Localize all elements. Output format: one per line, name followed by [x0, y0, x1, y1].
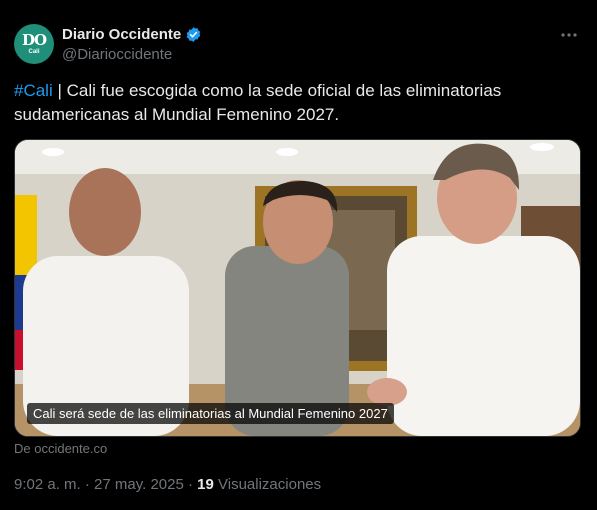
- news-photo: [15, 140, 580, 436]
- tweet-meta: 9:02 a. m. · 27 may. 2025 · 19 Visualiza…: [14, 476, 321, 493]
- author-name[interactable]: Diario Occidente: [62, 26, 181, 43]
- tweet-card: DO Cali Diario Occidente @Diarioccidente…: [0, 0, 597, 510]
- hashtag-link[interactable]: #Cali: [14, 81, 53, 100]
- avatar[interactable]: DO Cali: [14, 24, 54, 64]
- avatar-logo-sub: Cali: [28, 49, 40, 55]
- link-source[interactable]: De occidente.co: [14, 441, 107, 456]
- author-name-row: Diario Occidente: [62, 26, 202, 43]
- views-label: Visualizaciones: [213, 476, 322, 493]
- timestamp[interactable]: 9:02 a. m. · 27 may. 2025 ·: [14, 476, 197, 493]
- tweet-text: #Cali | Cali fue escogida como la sede o…: [14, 79, 584, 127]
- verified-badge-icon: [186, 27, 201, 42]
- media-card[interactable]: Cali será sede de las eliminatorias al M…: [14, 139, 581, 437]
- more-options-icon[interactable]: [559, 26, 579, 44]
- media-caption: Cali será sede de las eliminatorias al M…: [27, 403, 394, 424]
- tweet-body: | Cali fue escogida como la sede oficial…: [14, 81, 502, 124]
- views-count: 19: [197, 476, 214, 493]
- avatar-logo-letters: DO: [21, 31, 47, 49]
- author-handle[interactable]: @Diarioccidente: [62, 46, 172, 63]
